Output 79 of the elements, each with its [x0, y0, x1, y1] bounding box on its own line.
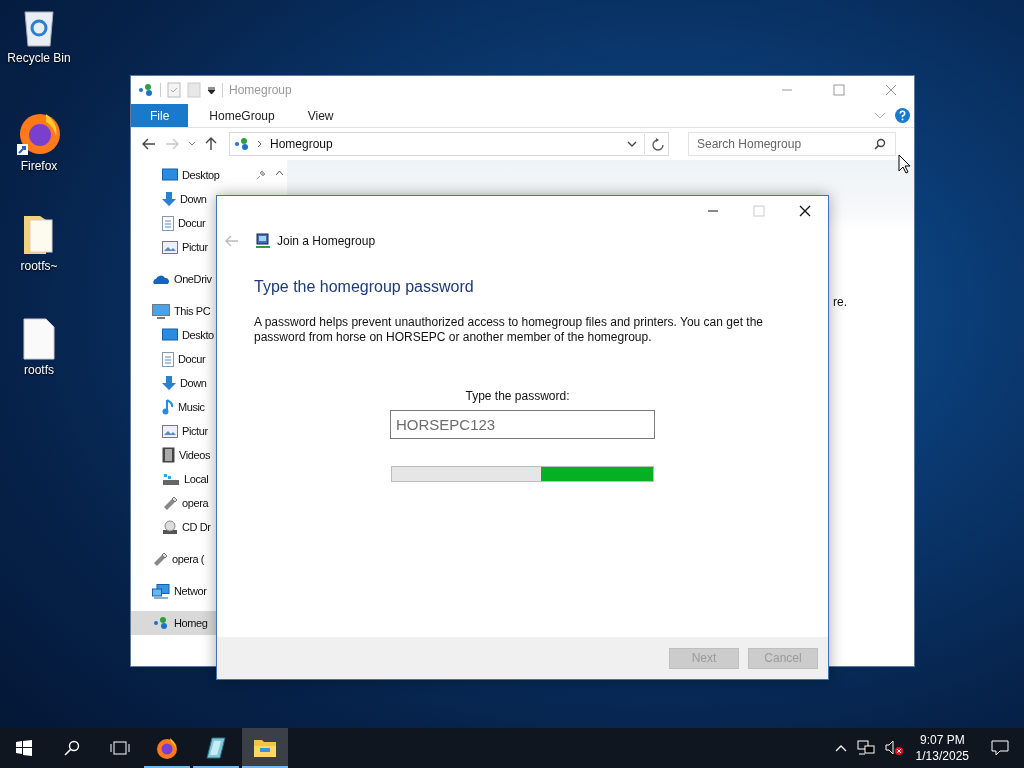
- up-arrow-icon[interactable]: [205, 137, 217, 151]
- sidebar-item[interactable]: Local: [131, 467, 271, 491]
- file-icon[interactable]: [23, 318, 55, 360]
- muted-speaker-icon[interactable]: [884, 740, 903, 756]
- breadcrumb[interactable]: Homegroup: [270, 137, 333, 151]
- content-text: re.: [833, 295, 847, 309]
- usb-drive-icon: [152, 551, 168, 567]
- mouse-cursor-icon: [898, 154, 911, 174]
- desktop-icon-label[interactable]: rootfs~: [20, 259, 58, 273]
- clock-date[interactable]: 1/13/2025: [915, 748, 969, 764]
- picture-icon: [162, 424, 178, 438]
- sidebar-item[interactable]: Pictur: [131, 235, 271, 259]
- document-icon: [162, 215, 174, 231]
- firefox-icon: [155, 736, 179, 760]
- picture-icon: [162, 240, 178, 254]
- windows-logo-icon: [16, 740, 32, 756]
- folder-icon: [253, 738, 277, 758]
- dialog-description: A password helps prevent unauthorized access to homegroup files and printers. You can get the password from horse on HORSEPC or another member of the homegroup.: [254, 315, 764, 345]
- computer-icon: [152, 303, 170, 319]
- folder-icon[interactable]: [22, 214, 56, 256]
- password-field[interactable]: HORSEPC123: [390, 410, 655, 439]
- clock-time[interactable]: 9:07 PM: [919, 732, 965, 748]
- desktop-icon-label[interactable]: Recycle Bin: [7, 51, 71, 65]
- chevron-up-icon[interactable]: [834, 744, 847, 752]
- film-strip-icon: [162, 447, 175, 463]
- desktop-icon-label[interactable]: rootfs: [24, 363, 54, 377]
- download-arrow-icon: [162, 191, 176, 207]
- network-icon[interactable]: [856, 740, 875, 756]
- homegroup-icon: [152, 616, 170, 630]
- scroll-up-icon[interactable]: [274, 170, 284, 176]
- help-icon[interactable]: [895, 108, 910, 123]
- maximize-icon: [753, 205, 765, 217]
- desktop-icon: [162, 168, 178, 182]
- chevron-right-icon[interactable]: [257, 140, 263, 148]
- homegroup-icon: [138, 83, 154, 97]
- sidebar-item[interactable]: Down: [131, 187, 271, 211]
- sidebar-item[interactable]: Pictur: [131, 419, 271, 443]
- sidebar-item[interactable]: Networ: [131, 579, 271, 603]
- hard-drive-icon: [162, 472, 180, 486]
- notification-icon[interactable]: [991, 740, 1009, 756]
- task-view-icon: [110, 741, 130, 755]
- sidebar-item[interactable]: Down: [131, 371, 271, 395]
- pin-icon[interactable]: [256, 170, 266, 180]
- close-icon[interactable]: [799, 205, 811, 217]
- ribbon-tab[interactable]: HomeGroup: [197, 104, 287, 127]
- cloud-icon: [152, 273, 170, 285]
- sidebar-item[interactable]: CD Dr: [131, 515, 271, 539]
- taskbar-app[interactable]: [242, 728, 288, 768]
- document-icon: [162, 351, 174, 367]
- sidebar-item[interactable]: opera (: [131, 547, 271, 571]
- sidebar-item[interactable]: Docur: [131, 211, 271, 235]
- chevron-down-icon[interactable]: [627, 140, 637, 148]
- sidebar-item[interactable]: opera: [131, 491, 271, 515]
- search-icon[interactable]: [874, 138, 886, 150]
- address-bar[interactable]: Homegroup: [229, 132, 669, 156]
- sidebar-item[interactable]: Music: [131, 395, 271, 419]
- homegroup-icon: [234, 137, 250, 151]
- search-field[interactable]: Search Homegroup: [688, 132, 896, 156]
- password-label: Type the password:: [465, 389, 570, 403]
- sidebar-item[interactable]: Videos: [131, 443, 271, 467]
- desktop-icon-label[interactable]: Firefox: [20, 159, 58, 173]
- dialog-title: Join a Homegroup: [277, 234, 376, 248]
- download-arrow-icon: [162, 375, 176, 391]
- dialog-heading: Type the homegroup password: [254, 278, 475, 296]
- glass-pane-icon: [204, 736, 228, 760]
- desktop-icon: [162, 328, 178, 342]
- refresh-icon[interactable]: [652, 137, 664, 151]
- usb-drive-icon: [162, 495, 178, 511]
- window-title: Homegroup: [229, 83, 292, 97]
- sidebar-item[interactable]: Desktop: [131, 163, 271, 187]
- search-icon: [64, 740, 80, 756]
- sidebar-item[interactable]: Docur: [131, 347, 271, 371]
- disc-drive-icon: [162, 519, 178, 535]
- ribbon-tab[interactable]: View: [295, 104, 346, 127]
- back-arrow-icon[interactable]: [142, 138, 156, 150]
- network-computer-icon: [255, 233, 271, 249]
- caret-icon[interactable]: [207, 85, 216, 95]
- music-note-icon: [162, 399, 174, 415]
- network-icon: [152, 583, 170, 599]
